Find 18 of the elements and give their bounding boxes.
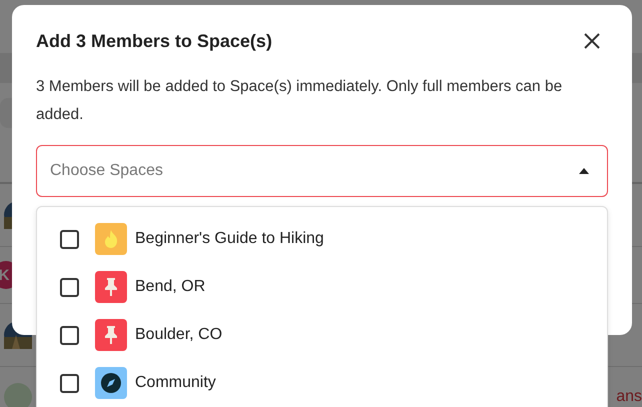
option-label[interactable]: Beginner's Guide to Hiking [135,230,324,248]
option-label[interactable]: Community [135,374,216,392]
option-label[interactable]: Bend, OR [135,278,206,296]
caret-icon [579,168,589,174]
checkbox[interactable] [60,374,79,392]
avatar [4,383,32,407]
pushpin-icon [104,278,118,296]
dialog-title: Add 3 Members to Space(s) [36,30,272,52]
close-icon [584,33,600,49]
checkbox[interactable] [60,230,79,248]
checkbox[interactable] [60,326,79,344]
row-text: ans [616,388,642,406]
flame-icon [104,230,118,248]
option-label[interactable]: Boulder, CO [135,326,222,344]
checkbox[interactable] [60,278,79,296]
compass-icon [101,373,121,393]
dialog-description: 3 Members will be added to Space(s) immediately. Only full members can be added. [36,77,564,125]
pushpin-icon [104,326,118,344]
